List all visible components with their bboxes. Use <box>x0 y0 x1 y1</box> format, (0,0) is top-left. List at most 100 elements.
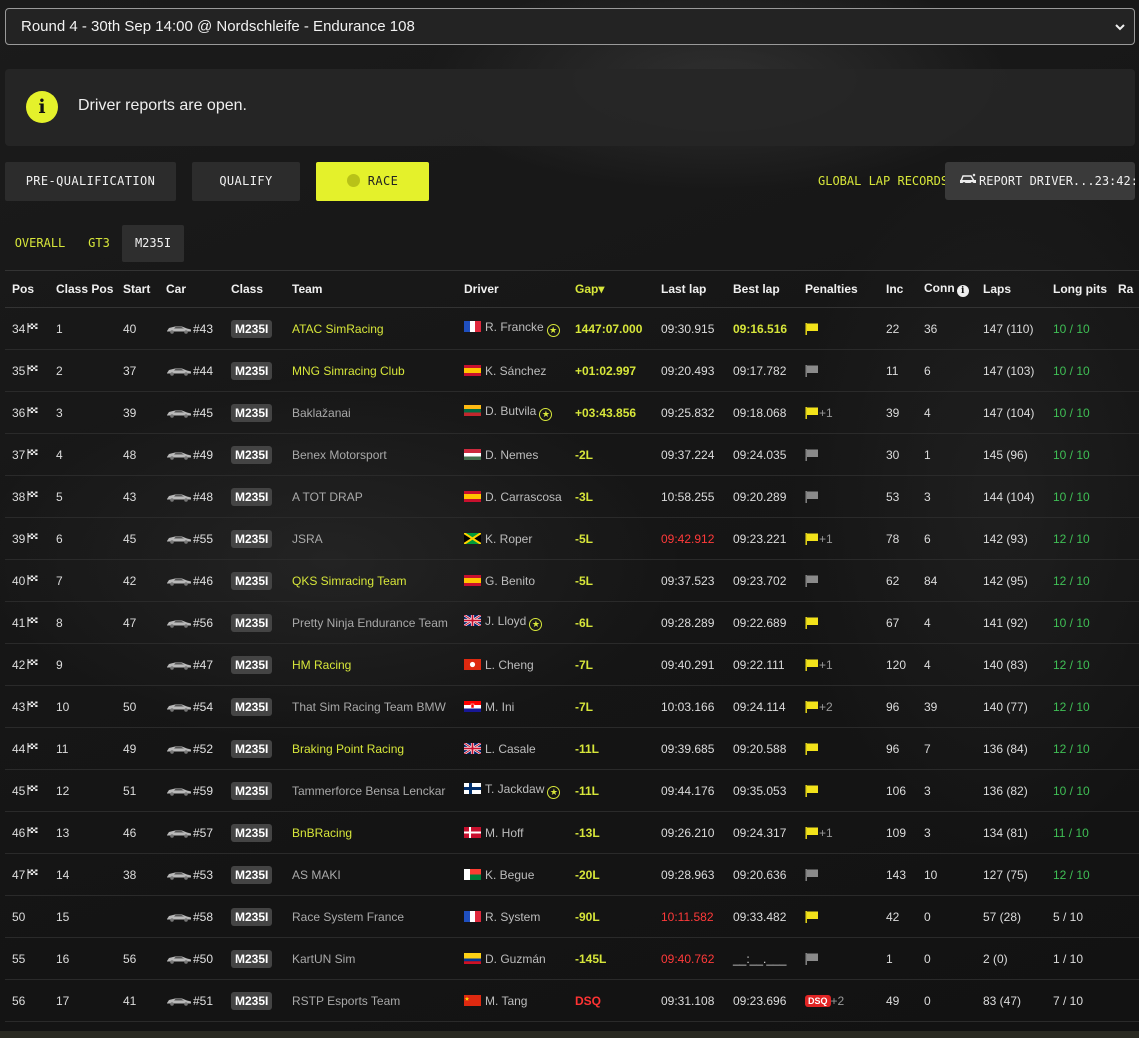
global-lap-records-link[interactable]: GLOBAL LAP RECORDS <box>818 174 948 188</box>
driver-name[interactable]: K. Begue <box>485 868 534 882</box>
col-laps[interactable]: Laps <box>976 270 1046 308</box>
yellow-flag-icon[interactable] <box>805 742 819 756</box>
grey-flag-icon[interactable] <box>805 490 819 504</box>
yellow-flag-icon[interactable] <box>805 910 819 924</box>
class-tab-m235i[interactable]: M235I <box>122 225 184 262</box>
event-select[interactable]: Round 4 - 30th Sep 14:00 @ Nordschleife … <box>5 8 1135 45</box>
grey-flag-icon[interactable] <box>805 448 819 462</box>
tab-pre-qualification[interactable]: PRE-QUALIFICATION <box>5 162 176 201</box>
grey-flag-icon[interactable] <box>805 868 819 882</box>
col-car[interactable]: Car <box>159 270 224 308</box>
bottom-scrollbar[interactable] <box>0 1031 1139 1038</box>
driver-name[interactable]: K. Roper <box>485 532 532 546</box>
grey-flag-icon[interactable] <box>805 574 819 588</box>
team-name: Baklažanai <box>292 405 351 420</box>
col-last-lap[interactable]: Last lap <box>654 270 726 308</box>
cell-gap: -11L <box>568 769 654 812</box>
penalty-extra-count: +1 <box>819 825 833 840</box>
driver-name[interactable]: G. Benito <box>485 574 535 588</box>
driver-name[interactable]: R. System <box>485 910 540 924</box>
pos-value: 45 <box>12 783 26 798</box>
team-name[interactable]: BnBRacing <box>292 826 352 840</box>
cell-rating <box>1111 349 1139 392</box>
col-inc[interactable]: Inc <box>879 270 917 308</box>
report-driver-button[interactable]: REPORT DRIVER...23:42:30 <box>945 162 1135 200</box>
class-badge: M235I <box>231 781 273 800</box>
col-class-pos[interactable]: Class Pos <box>49 270 116 308</box>
col-driver[interactable]: Driver <box>457 270 568 308</box>
table-row[interactable]: 44 11 49 #52 M235I Braking Point Racing L. Cas… <box>5 727 1139 770</box>
team-name[interactable]: MNG Simracing Club <box>292 364 405 378</box>
team-name[interactable]: QKS Simracing Team <box>292 574 407 588</box>
table-row[interactable]: 34 1 40 #43 M235I ATAC SimRacing R. Francke ★ 14… <box>5 307 1139 350</box>
grey-flag-icon[interactable] <box>805 364 819 378</box>
table-row[interactable]: 46 13 46 #57 M235I BnBRacing M. Hoff -13L 09:26.… <box>5 811 1139 854</box>
best-lap-value: 09:23.696 <box>733 993 787 1008</box>
driver-name[interactable]: K. Sánchez <box>485 364 546 378</box>
driver-name[interactable]: L. Cheng <box>485 658 534 672</box>
table-row[interactable]: 42 9 #47 M235I HM Racing L. Cheng -7L 09:40.291… <box>5 643 1139 686</box>
info-icon[interactable]: i <box>956 285 969 297</box>
driver-name[interactable]: R. Francke <box>485 320 544 334</box>
table-row[interactable]: 55 16 56 #50 M235I KartUN Sim D. Guzmán -145L 09… <box>5 937 1139 980</box>
col-start[interactable]: Start <box>116 270 159 308</box>
class-tab-gt3[interactable]: GT3 <box>83 225 115 262</box>
table-row[interactable]: 41 8 47 #56 M235I Pretty Ninja Endurance Team… <box>5 601 1139 644</box>
car-icon <box>166 910 193 924</box>
driver-name[interactable]: D. Carrascosa <box>485 490 562 504</box>
yellow-flag-icon[interactable] <box>805 784 819 798</box>
table-row[interactable]: 47 14 38 #53 M235I AS MAKI K. Begue -20L 09:28.9… <box>5 853 1139 896</box>
yellow-flag-icon[interactable] <box>805 700 819 714</box>
yellow-flag-icon[interactable] <box>805 406 819 420</box>
driver-name[interactable]: L. Casale <box>485 742 536 756</box>
table-row[interactable]: 50 15 #58 M235I Race System France R. System -… <box>5 895 1139 938</box>
gap-value: -5L <box>575 531 593 546</box>
table-row[interactable]: 37 4 48 #49 M235I Benex Motorsport D. Nemes -2L… <box>5 433 1139 476</box>
cell-inc: 96 <box>879 685 917 728</box>
table-row[interactable]: 38 5 43 #48 M235I A TOT DRAP D. Carrascosa -3L 1… <box>5 475 1139 518</box>
driver-name[interactable]: D. Guzmán <box>485 952 546 966</box>
table-row[interactable]: 39 6 45 #55 M235I JSRA K. Roper -5L 09:42.912 09:… <box>5 517 1139 560</box>
yellow-flag-icon[interactable] <box>805 322 819 336</box>
tab-qualify[interactable]: QUALIFY <box>192 162 300 201</box>
team-name[interactable]: HM Racing <box>292 658 351 672</box>
driver-name[interactable]: M. Hoff <box>485 826 523 840</box>
table-row[interactable]: 35 2 37 #44 M235I MNG Simracing Club K. Sánche… <box>5 349 1139 392</box>
table-row[interactable]: 40 7 42 #46 M235I QKS Simracing Team G. Benito… <box>5 559 1139 602</box>
col-conn[interactable]: Conn i <box>917 270 976 308</box>
dsq-badge[interactable]: DSQ <box>805 994 831 1007</box>
car-number: #51 <box>193 993 214 1008</box>
table-row[interactable]: 36 3 39 #45 M235I Baklažanai D. Butvila ★ +03:43… <box>5 391 1139 434</box>
driver-name[interactable]: J. Lloyd <box>485 614 526 628</box>
team-name[interactable]: ATAC SimRacing <box>292 322 384 336</box>
cell-penalties <box>798 937 879 980</box>
car-number: #57 <box>193 825 214 840</box>
driver-name[interactable]: D. Butvila <box>485 404 536 418</box>
driver-name[interactable]: T. Jackdaw <box>485 782 544 796</box>
grey-flag-icon[interactable] <box>805 952 819 966</box>
col-rating[interactable]: Ra <box>1111 270 1139 308</box>
table-row[interactable]: 43 10 50 #54 M235I That Sim Racing Team BMW M.… <box>5 685 1139 728</box>
team-name[interactable]: Braking Point Racing <box>292 742 404 756</box>
col-pos[interactable]: Pos <box>5 270 49 308</box>
car-icon <box>166 826 193 840</box>
table-row[interactable]: 56 17 41 #51 M235I RSTP Esports Team M. Tang DS… <box>5 979 1139 1022</box>
tab-race[interactable]: RACE <box>316 162 429 201</box>
col-team[interactable]: Team <box>285 270 457 308</box>
class-tab-overall[interactable]: OVERALL <box>9 225 71 262</box>
driver-name[interactable]: D. Nemes <box>485 448 538 462</box>
cell-rating <box>1111 559 1139 602</box>
col-gap[interactable]: Gap▾ <box>568 270 654 308</box>
yellow-flag-icon[interactable] <box>805 532 819 546</box>
yellow-flag-icon[interactable] <box>805 616 819 630</box>
col-long-pits[interactable]: Long pits <box>1046 270 1111 308</box>
driver-name[interactable]: M. Tang <box>485 994 527 1008</box>
table-row[interactable]: 45 12 51 #59 M235I Tammerforce Bensa Lenckar T… <box>5 769 1139 812</box>
yellow-flag-icon[interactable] <box>805 826 819 840</box>
cell-inc: 53 <box>879 475 917 518</box>
driver-name[interactable]: M. Ini <box>485 700 514 714</box>
yellow-flag-icon[interactable] <box>805 658 819 672</box>
col-best-lap[interactable]: Best lap <box>726 270 798 308</box>
col-class[interactable]: Class <box>224 270 285 308</box>
col-penalties[interactable]: Penalties <box>798 270 879 308</box>
